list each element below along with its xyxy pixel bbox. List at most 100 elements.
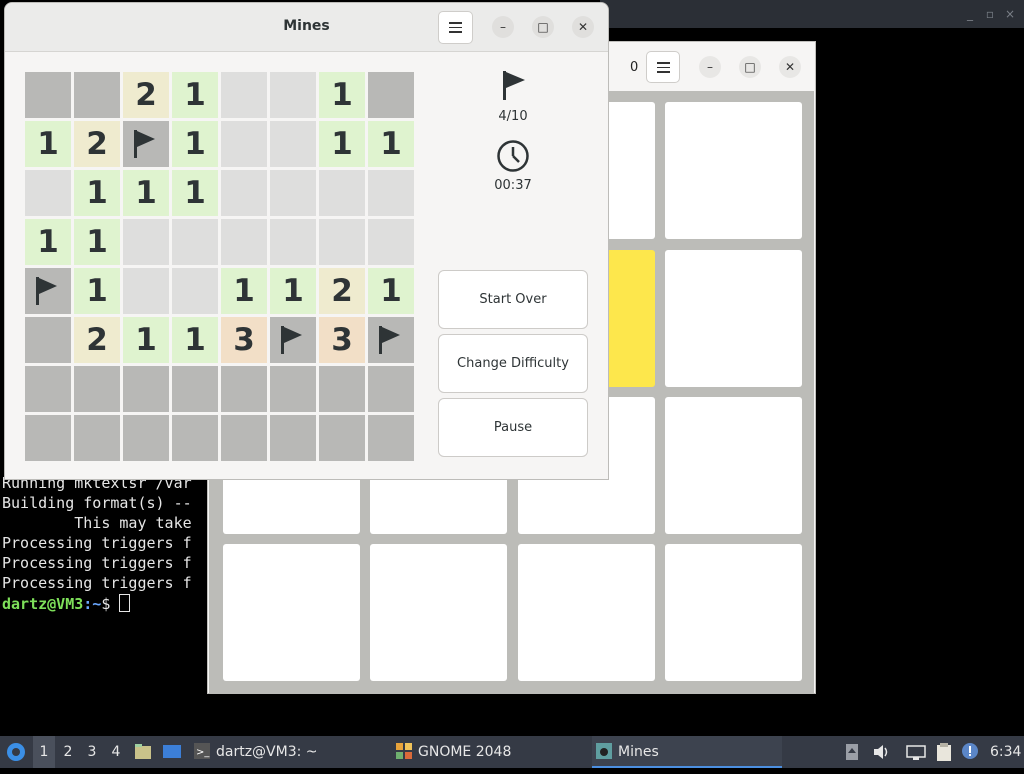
hidden-cell[interactable] [368, 415, 414, 461]
empty-cell[interactable] [123, 268, 169, 314]
hidden-cell[interactable] [221, 415, 267, 461]
hidden-cell[interactable] [270, 366, 316, 412]
minimize-icon[interactable]: _ [964, 8, 976, 20]
network-icon[interactable] [906, 736, 926, 768]
empty-cell[interactable] [221, 170, 267, 216]
number-cell[interactable]: 1 [319, 72, 365, 118]
flagged-cell[interactable] [25, 268, 71, 314]
number-cell[interactable]: 2 [123, 72, 169, 118]
number-cell[interactable]: 1 [270, 268, 316, 314]
hidden-cell[interactable] [319, 415, 365, 461]
close-button[interactable]: ✕ [572, 16, 594, 38]
hidden-cell[interactable] [368, 72, 414, 118]
minimize-button[interactable]: – [699, 56, 721, 78]
hidden-cell[interactable] [25, 415, 71, 461]
change-difficulty-button[interactable]: Change Difficulty [438, 334, 588, 393]
up-arrow-icon[interactable] [845, 736, 859, 768]
volume-icon[interactable] [872, 736, 890, 768]
empty-cell[interactable] [270, 72, 316, 118]
maximize-button[interactable]: □ [532, 16, 554, 38]
empty-cell[interactable] [221, 72, 267, 118]
empty-cell[interactable] [319, 170, 365, 216]
flagged-cell[interactable] [123, 121, 169, 167]
number-cell[interactable]: 1 [74, 268, 120, 314]
terminal-window[interactable]: Running mktexlsr /var Building format(s)… [0, 470, 220, 736]
taskbar: 1 2 3 4 >_ dartz@VM3: ~ GNOME 2048 Mines … [0, 736, 1024, 768]
empty-cell[interactable] [319, 219, 365, 265]
number-cell[interactable]: 1 [368, 121, 414, 167]
maximize-button[interactable]: □ [739, 56, 761, 78]
empty-cell[interactable] [368, 219, 414, 265]
hidden-cell[interactable] [123, 415, 169, 461]
number-cell[interactable]: 1 [74, 170, 120, 216]
empty-cell[interactable] [368, 170, 414, 216]
close-icon[interactable]: × [1004, 8, 1016, 20]
empty-cell[interactable] [123, 219, 169, 265]
start-menu-icon[interactable] [6, 736, 28, 768]
empty-cell[interactable] [172, 268, 218, 314]
flagged-cell[interactable] [270, 317, 316, 363]
hidden-cell[interactable] [74, 366, 120, 412]
workspace-4[interactable]: 4 [105, 736, 127, 768]
start-over-button[interactable]: Start Over [438, 270, 588, 329]
task-mines[interactable]: Mines [592, 736, 782, 768]
clipboard-icon[interactable] [935, 736, 955, 768]
number-cell[interactable]: 1 [221, 268, 267, 314]
number-cell[interactable]: 1 [74, 219, 120, 265]
empty-cell[interactable] [270, 121, 316, 167]
file-manager-icon[interactable] [134, 736, 154, 768]
number-cell[interactable]: 2 [74, 121, 120, 167]
menu-button[interactable] [646, 51, 680, 83]
maximize-icon[interactable]: ▫ [984, 8, 996, 20]
hamburger-icon [657, 62, 670, 73]
number-cell[interactable]: 3 [319, 317, 365, 363]
empty-cell[interactable] [270, 219, 316, 265]
hidden-cell[interactable] [221, 366, 267, 412]
close-button[interactable]: ✕ [779, 56, 801, 78]
number-cell[interactable]: 1 [25, 219, 71, 265]
empty-cell[interactable] [172, 219, 218, 265]
minefield[interactable]: 21112111111111112121133 [25, 72, 414, 461]
number-cell[interactable]: 1 [123, 317, 169, 363]
hidden-cell[interactable] [25, 317, 71, 363]
mines-window[interactable]: Mines – □ ✕ 21112111111111112121133 4/10… [4, 2, 609, 480]
task-label: dartz@VM3: ~ [216, 744, 318, 760]
menu-button[interactable] [438, 11, 473, 44]
empty-cell[interactable] [221, 121, 267, 167]
minimize-button[interactable]: – [492, 16, 514, 38]
hidden-cell[interactable] [368, 366, 414, 412]
empty-cell[interactable] [221, 219, 267, 265]
number-cell[interactable]: 3 [221, 317, 267, 363]
task-terminal[interactable]: >_ dartz@VM3: ~ [194, 736, 384, 768]
pause-button[interactable]: Pause [438, 398, 588, 457]
hidden-cell[interactable] [270, 415, 316, 461]
hidden-cell[interactable] [319, 366, 365, 412]
clock[interactable]: 6:34 [990, 736, 1022, 768]
hidden-cell[interactable] [25, 72, 71, 118]
number-cell[interactable]: 1 [25, 121, 71, 167]
number-cell[interactable]: 1 [172, 170, 218, 216]
workspace-3[interactable]: 3 [81, 736, 103, 768]
number-cell[interactable]: 1 [172, 72, 218, 118]
show-desktop-icon[interactable] [162, 736, 182, 768]
task-gnome-2048[interactable]: GNOME 2048 [396, 736, 586, 768]
number-cell[interactable]: 1 [172, 317, 218, 363]
number-cell[interactable]: 2 [319, 268, 365, 314]
workspace-2[interactable]: 2 [57, 736, 79, 768]
empty-cell[interactable] [25, 170, 71, 216]
hidden-cell[interactable] [172, 415, 218, 461]
hidden-cell[interactable] [74, 72, 120, 118]
number-cell[interactable]: 1 [123, 170, 169, 216]
empty-cell[interactable] [270, 170, 316, 216]
hidden-cell[interactable] [172, 366, 218, 412]
hidden-cell[interactable] [25, 366, 71, 412]
number-cell[interactable]: 2 [74, 317, 120, 363]
notification-icon[interactable] [961, 736, 981, 768]
number-cell[interactable]: 1 [368, 268, 414, 314]
number-cell[interactable]: 1 [319, 121, 365, 167]
number-cell[interactable]: 1 [172, 121, 218, 167]
hidden-cell[interactable] [74, 415, 120, 461]
hidden-cell[interactable] [123, 366, 169, 412]
workspace-1[interactable]: 1 [33, 736, 55, 768]
flagged-cell[interactable] [368, 317, 414, 363]
